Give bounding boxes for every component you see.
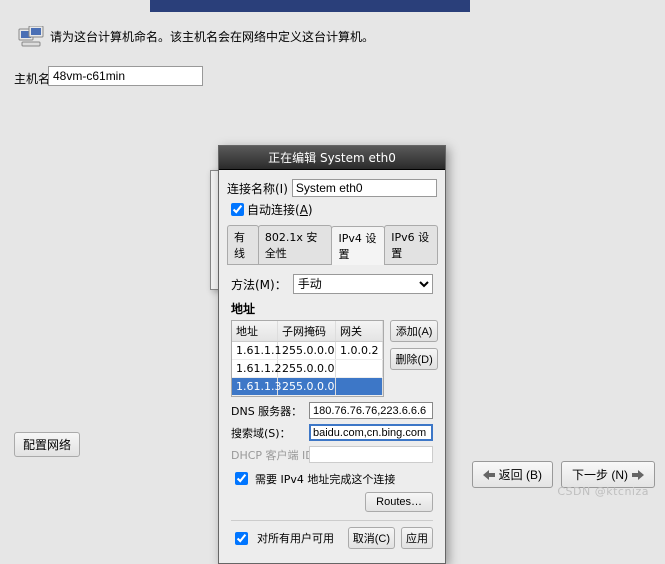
delete-address-button[interactable]: 删除(D) <box>390 348 437 370</box>
all-users-label: 对所有用户可用 <box>257 530 334 546</box>
table-row[interactable]: 1.61.1.2 255.0.0.0 <box>232 360 383 378</box>
computer-icon <box>18 26 44 48</box>
table-row[interactable]: 1.61.1.1 255.0.0.0 1.0.0.2 <box>232 342 383 360</box>
require-ipv4-label: 需要 IPv4 地址完成这个连接 <box>255 471 395 487</box>
method-label: 方法(M)： <box>231 276 287 293</box>
tab-bar: 有线 802.1x 安全性 IPv4 设置 IPv6 设置 <box>227 225 437 265</box>
watermark: CSDN @ktcniza <box>557 485 649 498</box>
address-table-header: 地址 子网掩码 网关 <box>232 321 383 342</box>
all-users-checkbox[interactable] <box>235 532 248 545</box>
hostname-prompt: 请为这台计算机命名。该主机名会在网络中定义这台计算机。 <box>50 28 374 45</box>
arrow-left-icon <box>483 470 495 480</box>
dialog-title: 正在编辑 System eth0 <box>219 146 445 170</box>
configure-network-button[interactable]: 配置网络 <box>14 432 80 457</box>
search-domains-label: 搜索域(S)： <box>231 425 305 441</box>
add-address-button[interactable]: 添加(A) <box>390 320 437 342</box>
ipv4-tab-page: 方法(M)： 手动 地址 地址 子网掩码 网关 1.61.1.1 255.0.0… <box>227 265 437 512</box>
col-address: 地址 <box>232 321 278 341</box>
routes-button[interactable]: Routes… <box>365 492 433 512</box>
tab-ipv4[interactable]: IPv4 设置 <box>331 226 385 265</box>
require-ipv4-checkbox[interactable] <box>235 472 248 485</box>
next-button[interactable]: 下一步 (N) <box>561 461 655 488</box>
dns-input[interactable] <box>309 402 433 419</box>
dhcp-client-id-input <box>309 446 433 463</box>
hostname-input[interactable] <box>48 66 203 86</box>
col-netmask: 子网掩码 <box>278 321 336 341</box>
back-button[interactable]: 返回 (B) <box>472 461 553 488</box>
apply-button[interactable]: 应用 <box>401 527 433 549</box>
tab-8021x[interactable]: 802.1x 安全性 <box>258 225 333 264</box>
dhcp-client-id-label: DHCP 客户端 ID： <box>231 447 305 463</box>
connection-name-input[interactable] <box>292 179 437 197</box>
dns-label: DNS 服务器： <box>231 403 305 419</box>
col-gateway: 网关 <box>336 321 383 341</box>
tab-wired[interactable]: 有线 <box>227 225 259 264</box>
table-row-selected[interactable]: 1.61.1.3 255.0.0.0 <box>232 378 383 396</box>
connection-name-label: 连接名称(I) <box>227 180 288 197</box>
tab-ipv6[interactable]: IPv6 设置 <box>384 225 438 264</box>
auto-connect-label: 自动连接(A) <box>247 201 313 218</box>
addresses-heading: 地址 <box>231 300 433 317</box>
arrow-right-icon <box>632 470 644 480</box>
search-domains-input[interactable] <box>309 424 433 441</box>
top-banner <box>150 0 470 12</box>
auto-connect-checkbox[interactable] <box>231 203 244 216</box>
next-button-label: 下一步 (N) <box>572 466 628 483</box>
method-select[interactable]: 手动 <box>293 274 433 294</box>
cancel-button[interactable]: 取消(C) <box>348 527 395 549</box>
address-table[interactable]: 地址 子网掩码 网关 1.61.1.1 255.0.0.0 1.0.0.2 1.… <box>231 320 384 397</box>
edit-connection-dialog: 正在编辑 System eth0 连接名称(I) 自动连接(A) 有线 802.… <box>218 145 446 564</box>
back-button-label: 返回 (B) <box>499 466 542 483</box>
